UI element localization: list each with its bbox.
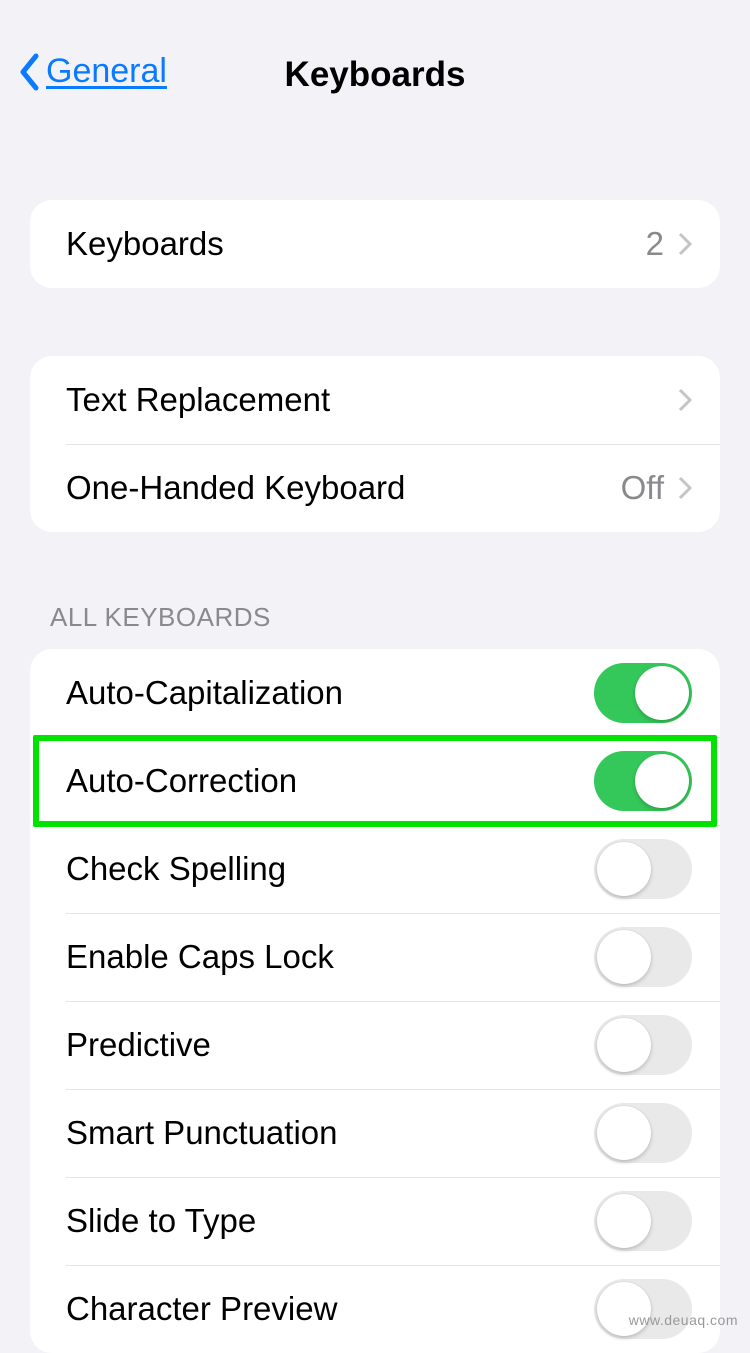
row-keyboards[interactable]: Keyboards 2: [30, 200, 720, 288]
row-label: One-Handed Keyboard: [66, 469, 621, 507]
row-label: Check Spelling: [66, 850, 594, 888]
row-label: Auto-Capitalization: [66, 674, 594, 712]
chevron-right-icon: [678, 476, 692, 500]
toggle-switch[interactable]: [594, 927, 692, 987]
navbar: General Keyboards: [0, 0, 750, 130]
toggle-knob: [635, 754, 689, 808]
group-all-keyboards: Auto-Capitalization Auto-Correction Check …: [30, 649, 720, 1353]
toggle-knob: [635, 666, 689, 720]
row-label: Slide to Type: [66, 1202, 594, 1240]
row-check-spelling: Check Spelling: [30, 825, 720, 913]
row-label: Smart Punctuation: [66, 1114, 594, 1152]
row-text-replacement[interactable]: Text Replacement: [30, 356, 720, 444]
toggle-knob: [597, 1018, 651, 1072]
chevron-right-icon: [678, 232, 692, 256]
section-header-all-keyboards: All Keyboards: [50, 602, 700, 633]
page-title: Keyboards: [0, 55, 750, 95]
row-predictive: Predictive: [30, 1001, 720, 1089]
toggle-switch[interactable]: [594, 1103, 692, 1163]
chevron-right-icon: [678, 388, 692, 412]
row-label: Keyboards: [66, 225, 646, 263]
row-label: Auto-Correction: [66, 762, 594, 800]
row-auto-capitalization: Auto-Capitalization: [30, 649, 720, 737]
toggle-switch[interactable]: [594, 1015, 692, 1075]
toggle-switch[interactable]: [594, 1191, 692, 1251]
toggle-knob: [597, 842, 651, 896]
row-label: Character Preview: [66, 1290, 594, 1328]
row-slide-to-type: Slide to Type: [30, 1177, 720, 1265]
attribution-text: www.deuaq.com: [629, 1312, 738, 1328]
group-keyboards: Keyboards 2: [30, 200, 720, 288]
toggle-knob: [597, 1106, 651, 1160]
toggle-knob: [597, 1194, 651, 1248]
toggle-switch[interactable]: [594, 663, 692, 723]
row-label: Predictive: [66, 1026, 594, 1064]
row-label: Text Replacement: [66, 381, 678, 419]
toggle-switch[interactable]: [594, 1279, 692, 1339]
row-enable-caps-lock: Enable Caps Lock: [30, 913, 720, 1001]
row-detail: Off: [621, 469, 664, 507]
row-auto-correction: Auto-Correction: [30, 737, 720, 825]
row-one-handed-keyboard[interactable]: One-Handed Keyboard Off: [30, 444, 720, 532]
group-options: Text Replacement One-Handed Keyboard Off: [30, 356, 720, 532]
row-detail: 2: [646, 225, 664, 263]
row-smart-punctuation: Smart Punctuation: [30, 1089, 720, 1177]
row-character-preview: Character Preview: [30, 1265, 720, 1353]
toggle-switch[interactable]: [594, 751, 692, 811]
toggle-switch[interactable]: [594, 839, 692, 899]
toggle-knob: [597, 930, 651, 984]
row-label: Enable Caps Lock: [66, 938, 594, 976]
